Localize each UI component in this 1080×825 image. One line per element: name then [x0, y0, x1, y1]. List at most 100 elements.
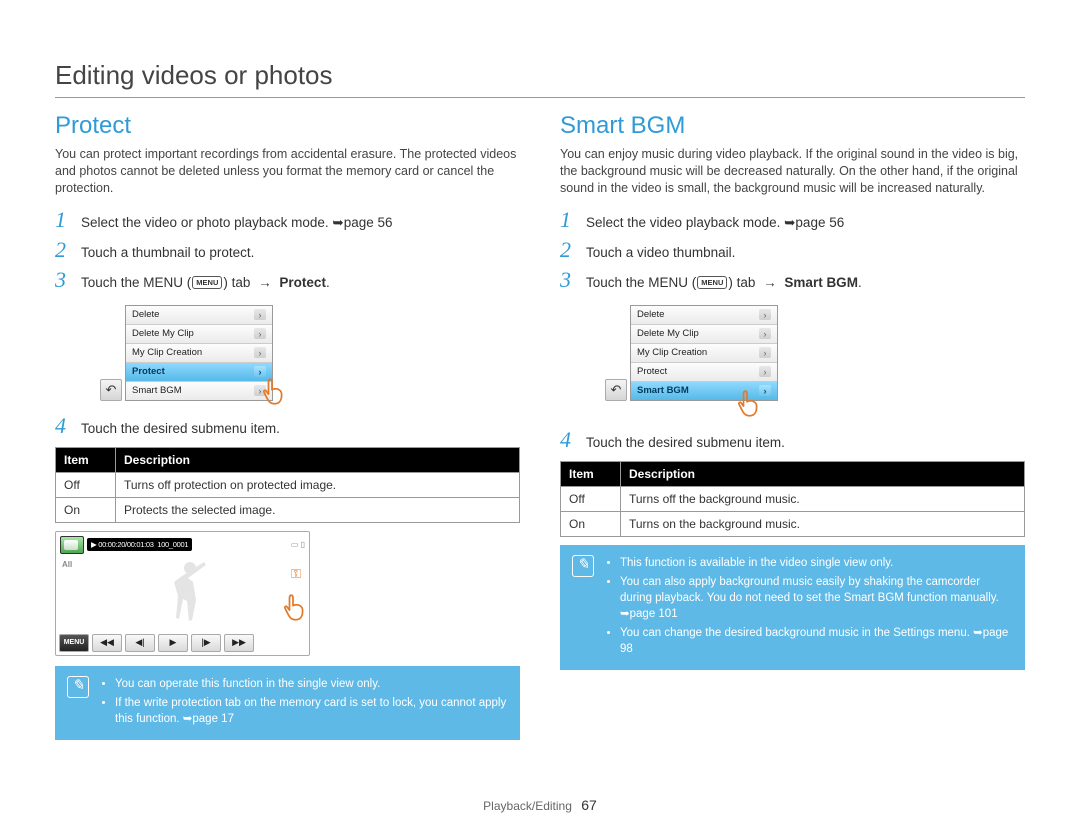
- page-number: 67: [581, 797, 597, 813]
- note-item: You can also apply background music easi…: [620, 574, 1013, 622]
- step-text: Touch the desired submenu item.: [81, 421, 280, 436]
- table-cell: Turns off protection on protected image.: [116, 472, 520, 497]
- menu-item-label: My Clip Creation: [637, 347, 707, 358]
- lock-icon: ⚿: [291, 566, 301, 582]
- protect-step-1: 1 Select the video or photo playback mod…: [55, 207, 520, 233]
- back-icon: ↶: [605, 379, 627, 401]
- table-header-item: Item: [56, 447, 116, 472]
- note-item: You can operate this function in the sin…: [115, 676, 508, 692]
- text-fragment: ) tab: [223, 275, 254, 290]
- text-fragment: .: [858, 275, 862, 290]
- step-text: Touch the MENU (MENU) tab → Protect.: [81, 275, 330, 290]
- time-indicator: ▶ 00:00:20/00:01:03 100_0001: [87, 538, 192, 551]
- table-row: On Protects the selected image.: [56, 497, 520, 522]
- menu-item-label: Delete My Clip: [637, 328, 699, 339]
- menu-screenshot-protect: ↶ Delete › Delete My Clip › My Clip Creati…: [100, 305, 273, 401]
- table-header-description: Description: [116, 447, 520, 472]
- menu-item-label: My Clip Creation: [132, 347, 202, 358]
- table-row: Off Turns off protection on protected im…: [56, 472, 520, 497]
- status-icons: ▭ ▯: [291, 540, 305, 549]
- arrow-icon: →: [258, 275, 272, 290]
- note-item: If the write protection tab on the memor…: [115, 695, 508, 727]
- note-item: This function is available in the video …: [620, 555, 1013, 571]
- touch-hand-icon: [279, 590, 310, 625]
- chevron-right-icon: ›: [759, 347, 771, 358]
- play-icon: ▶: [158, 634, 188, 652]
- table-header-row: Item Description: [561, 461, 1025, 486]
- protect-intro: You can protect important recordings fro…: [55, 146, 520, 197]
- frame-fwd-icon: |▶: [191, 634, 221, 652]
- menu-screenshot-bgm: ↶ Delete› Delete My Clip› My Clip Creati…: [605, 305, 778, 401]
- menu-item-label: Delete: [637, 309, 664, 320]
- smart-bgm-heading: Smart BGM: [560, 112, 1025, 140]
- step-text: Select the video playback mode. ➥page 56: [586, 215, 844, 231]
- bgm-note: ✎ This function is available in the vide…: [560, 545, 1025, 671]
- table-row: Off Turns off the background music.: [561, 486, 1025, 511]
- step-text: Select the video or photo playback mode.…: [81, 215, 393, 231]
- chevron-right-icon: ›: [759, 328, 771, 339]
- chevron-right-icon: ›: [254, 309, 266, 320]
- rewind-icon: ◀◀: [92, 634, 122, 652]
- step-number: 4: [560, 427, 576, 453]
- step-number: 4: [55, 413, 71, 439]
- step-text: Touch the MENU (MENU) tab → Smart BGM.: [586, 275, 862, 290]
- step-number: 1: [55, 207, 71, 233]
- arrow-icon: →: [763, 275, 777, 290]
- bgm-step-4: 4 Touch the desired submenu item.: [560, 427, 1025, 453]
- menu-item-label: Smart BGM: [132, 385, 182, 396]
- smart-bgm-intro: You can enjoy music during video playbac…: [560, 146, 1025, 197]
- all-label: All: [62, 560, 72, 569]
- menu-item-delete-my-clip: Delete My Clip ›: [126, 325, 272, 344]
- time-text: 00:00:20/00:01:03: [98, 540, 153, 549]
- bold-target: Smart BGM: [784, 275, 858, 290]
- text-fragment: .: [326, 275, 330, 290]
- chevron-right-icon: ›: [254, 347, 266, 358]
- back-icon: ↶: [100, 379, 122, 401]
- golfer-silhouette-icon: [155, 554, 225, 644]
- menu-list: Delete › Delete My Clip › My Clip Creation…: [125, 305, 273, 401]
- menu-icon: MENU: [192, 276, 222, 289]
- chevron-right-icon: ›: [254, 328, 266, 339]
- frame-back-icon: ◀|: [125, 634, 155, 652]
- menu-item-delete: Delete›: [631, 306, 777, 325]
- smart-bgm-section: Smart BGM You can enjoy music during vid…: [560, 112, 1025, 740]
- menu-item-label: Delete My Clip: [132, 328, 194, 339]
- step-number: 2: [560, 237, 576, 263]
- menu-item-my-clip-creation: My Clip Creation ›: [631, 344, 777, 363]
- thumbnail-icon: [60, 536, 84, 554]
- table-cell: Off: [561, 486, 621, 511]
- table-cell: Turns off the background music.: [621, 486, 1025, 511]
- note-icon: ✎: [572, 555, 594, 577]
- menu-item-label: Smart BGM: [637, 385, 689, 396]
- protect-step-3: 3 Touch the MENU (MENU) tab → Protect.: [55, 267, 520, 293]
- table-cell: Protects the selected image.: [116, 497, 520, 522]
- menu-item-my-clip-creation: My Clip Creation ›: [126, 344, 272, 363]
- text-fragment: Touch the MENU (: [81, 275, 191, 290]
- table-cell: On: [56, 497, 116, 522]
- menu-icon: MENU: [697, 276, 727, 289]
- step-number: 1: [560, 207, 576, 233]
- footer-section: Playback/Editing: [483, 799, 572, 813]
- step-number: 2: [55, 237, 71, 263]
- table-row: On Turns on the background music.: [561, 511, 1025, 536]
- page-footer: Playback/Editing 67: [0, 797, 1080, 813]
- protect-table: Item Description Off Turns off protectio…: [55, 447, 520, 523]
- fastfwd-icon: ▶▶: [224, 634, 254, 652]
- page-title: Editing videos or photos: [55, 60, 1025, 98]
- menu-item-delete: Delete ›: [126, 306, 272, 325]
- step-text: Touch the desired submenu item.: [586, 435, 785, 450]
- menu-item-label: Protect: [637, 366, 667, 377]
- menu-item-label: Delete: [132, 309, 159, 320]
- table-header-item: Item: [561, 461, 621, 486]
- chevron-right-icon: ›: [759, 366, 771, 377]
- text-fragment: ) tab: [728, 275, 759, 290]
- protect-note: ✎ You can operate this function in the s…: [55, 666, 520, 740]
- table-cell: Off: [56, 472, 116, 497]
- note-item: You can change the desired background mu…: [620, 625, 1013, 657]
- bgm-step-1: 1 Select the video playback mode. ➥page …: [560, 207, 1025, 233]
- touch-hand-icon: [258, 374, 293, 409]
- step-text: Touch a thumbnail to protect.: [81, 245, 254, 260]
- step-number: 3: [560, 267, 576, 293]
- clip-name: 100_0001: [157, 540, 188, 549]
- bgm-step-3: 3 Touch the MENU (MENU) tab → Smart BGM.: [560, 267, 1025, 293]
